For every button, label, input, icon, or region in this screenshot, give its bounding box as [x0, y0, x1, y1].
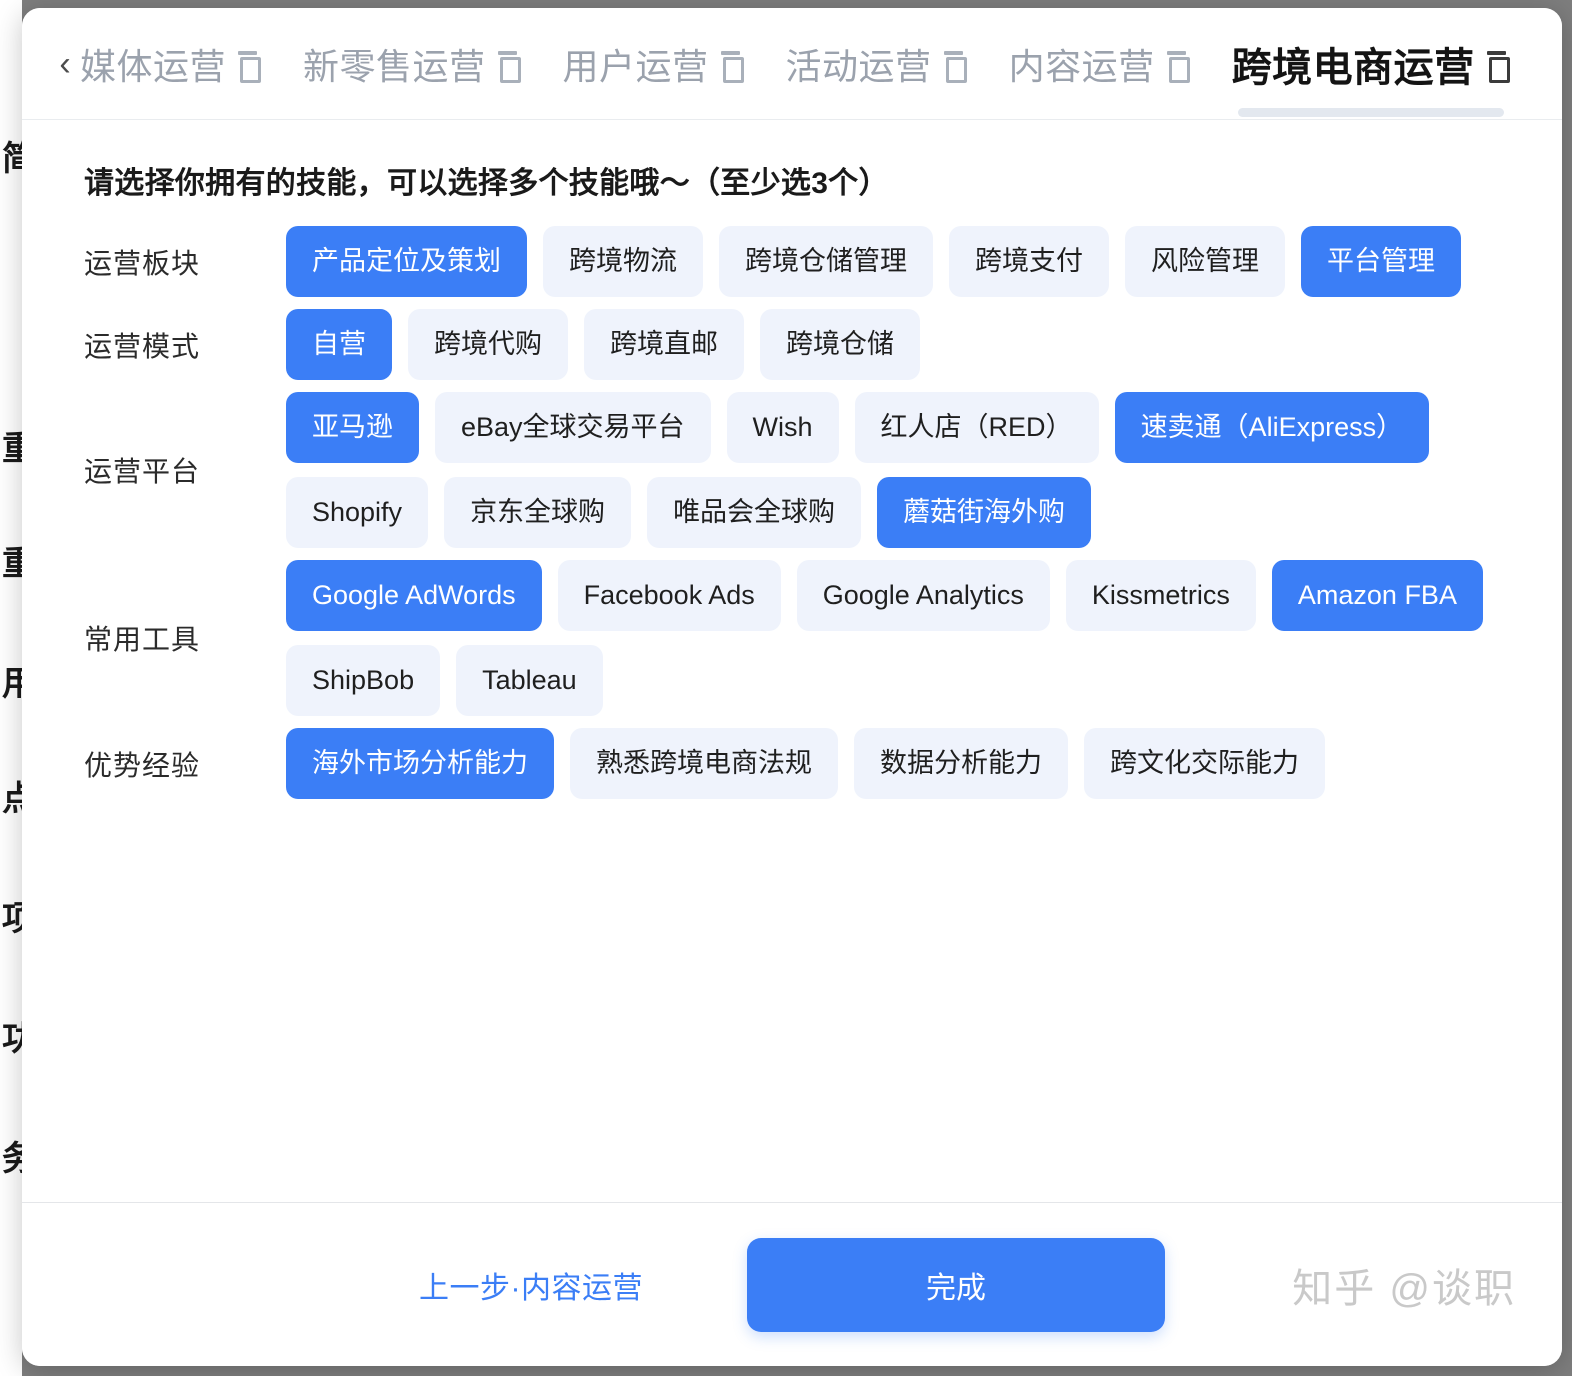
skill-tag[interactable]: 风险管理 — [1125, 226, 1285, 297]
background-text-line: 点 — [2, 780, 22, 818]
trash-icon[interactable] — [1486, 50, 1510, 83]
tab-4[interactable]: 活动运营 — [786, 8, 985, 120]
skill-tag[interactable]: 海外市场分析能力 — [286, 728, 554, 799]
skill-tag[interactable]: 速卖通（AliExpress） — [1114, 392, 1430, 463]
background-text-line: 重 — [2, 430, 22, 468]
tab-6[interactable]: 跨境电商运营 — [1232, 8, 1528, 120]
trash-icon[interactable] — [943, 50, 967, 83]
tab-2[interactable]: 新零售运营 — [303, 8, 539, 120]
tag-group: 亚马逊 eBay全球交易平台 Wish 红人店（RED） 速卖通（AliExpress）… — [286, 392, 1502, 548]
skill-tag[interactable]: 跨境仓储管理 — [719, 226, 933, 297]
tab-list: 媒体运营 新零售运营 用户运营 活动运营 内容运营 跨境电商运营 — [80, 8, 1552, 120]
skills-selection-modal: ‹ 媒体运营新零售运营用户运营活动运营内容运营跨境电商运营 ✕ 请选择你拥有的技… — [22, 8, 1562, 1366]
skill-tag[interactable]: 亚马逊 — [286, 392, 419, 463]
tab-label: 媒体运营 — [80, 45, 227, 87]
tab-label: 内容运营 — [1008, 45, 1155, 87]
previous-step-link[interactable]: 上一步·内容运营 — [419, 1263, 643, 1307]
tag-group: 自营 跨境代购 跨境直邮 跨境仓储 — [286, 309, 1502, 380]
watermark: 知乎 @谈职 — [1292, 1266, 1516, 1311]
skill-tag[interactable]: 跨境代购 — [408, 309, 568, 380]
section-label: 常用工具 — [84, 624, 201, 655]
skill-section: 运营板块 产品定位及策划 跨境物流 跨境仓储管理 跨境支付 风险管理 平台管理 — [84, 226, 1502, 297]
skill-tag[interactable]: 产品定位及策划 — [286, 226, 527, 297]
skill-tag[interactable]: 跨境物流 — [543, 226, 703, 297]
tab-5[interactable]: 内容运营 — [1009, 8, 1208, 120]
trash-icon[interactable] — [720, 50, 744, 83]
trash-icon[interactable] — [497, 50, 521, 83]
category-tab-bar: ‹ 媒体运营新零售运营用户运营活动运营内容运营跨境电商运营 ✕ — [22, 8, 1562, 120]
page-title: 请选择你拥有的技能，可以选择多个技能哦～（至少选3个） — [84, 167, 889, 200]
tab-label: 新零售运营 — [303, 45, 486, 87]
background-text-line: 功 — [2, 1020, 22, 1058]
skill-tag[interactable]: eBay全球交易平台 — [435, 392, 711, 463]
skill-tag[interactable]: Wish — [726, 392, 839, 463]
tag-group: 海外市场分析能力 熟悉跨境电商法规 数据分析能力 跨文化交际能力 — [286, 728, 1502, 799]
skill-tag[interactable]: 跨文化交际能力 — [1084, 728, 1325, 799]
section-label: 运营模式 — [84, 330, 201, 362]
skill-tag[interactable]: 红人店（RED） — [854, 392, 1099, 463]
tab-1[interactable]: 媒体运营 — [80, 8, 279, 120]
background-text-line: 用 — [2, 665, 22, 703]
skill-tag[interactable]: 跨境直邮 — [584, 309, 744, 380]
tab-label: 活动运营 — [785, 45, 932, 87]
skill-tag[interactable]: 京东全球购 — [444, 477, 632, 548]
chevron-left-icon[interactable]: ‹ — [52, 42, 78, 86]
skill-section: 常用工具 Google AdWords Facebook Ads Google Ana… — [84, 560, 1502, 716]
section-label: 优势经验 — [84, 749, 201, 781]
skill-tag[interactable]: 熟悉跨境电商法规 — [570, 728, 838, 799]
tag-group: Google AdWords Facebook Ads Google Analyti… — [286, 560, 1502, 716]
modal-body: 请选择你拥有的技能，可以选择多个技能哦～（至少选3个） 运营板块 产品定位及策划跨… — [22, 120, 1562, 1202]
skill-tag[interactable]: Google AdWords — [286, 560, 542, 631]
background-text-line: 简 — [2, 140, 22, 178]
skill-tag[interactable]: Shopify — [286, 477, 429, 548]
tab-3[interactable]: 用户运营 — [563, 8, 762, 120]
skill-tag[interactable]: Tableau — [456, 645, 603, 716]
finish-button[interactable]: 完成 — [747, 1237, 1165, 1332]
skill-tag[interactable]: 唯品会全球购 — [647, 477, 862, 548]
skill-sections: 运营板块 产品定位及策划 跨境物流 跨境仓储管理 跨境支付 风险管理 平台管理 运营模式 自营跨… — [84, 226, 1502, 799]
skill-tag[interactable]: Google Analytics — [796, 560, 1050, 631]
skill-section: 运营平台 亚马逊 eBay全球交易平台 Wish 红人店（RED） 速卖通（AliExpr… — [84, 392, 1502, 548]
section-label: 运营板块 — [84, 247, 201, 279]
background-text-line: 务 — [2, 1140, 22, 1178]
skill-tag[interactable]: 蘑菇街海外购 — [877, 477, 1092, 548]
background-text-line: 项 — [2, 900, 22, 938]
trash-icon[interactable] — [1166, 50, 1190, 83]
skill-tag[interactable]: Kissmetrics — [1065, 560, 1256, 631]
tab-label: 用户运营 — [562, 45, 709, 87]
skill-section: 运营模式 自营 跨境代购 跨境直邮 跨境仓储 — [84, 309, 1502, 380]
skill-tag[interactable]: Facebook Ads — [557, 560, 781, 631]
skill-tag[interactable]: 跨境支付 — [949, 226, 1109, 297]
modal-footer: 上一步·内容运营 完成 知乎 @谈职 — [22, 1202, 1562, 1366]
tab-label: 跨境电商运营 — [1231, 45, 1475, 90]
skill-tag[interactable]: 自营 — [286, 309, 392, 380]
skill-tag[interactable]: ShipBob — [286, 645, 441, 716]
section-label: 运营平台 — [84, 456, 201, 487]
skill-tag[interactable]: 数据分析能力 — [854, 728, 1068, 799]
tag-group: 产品定位及策划 跨境物流 跨境仓储管理 跨境支付 风险管理 平台管理 — [286, 226, 1502, 297]
skill-tag[interactable]: 跨境仓储 — [760, 309, 920, 380]
skill-section: 优势经验 海外市场分析能力 熟悉跨境电商法规 数据分析能力 跨文化交际能力 — [84, 728, 1502, 799]
skill-tag[interactable]: Amazon FBA — [1271, 560, 1483, 631]
skill-tag[interactable]: 平台管理 — [1301, 226, 1461, 297]
trash-icon[interactable] — [237, 50, 262, 83]
background-page-strip: 简重重用点项功务 — [0, 0, 22, 1376]
background-text-line: 重 — [2, 545, 22, 583]
